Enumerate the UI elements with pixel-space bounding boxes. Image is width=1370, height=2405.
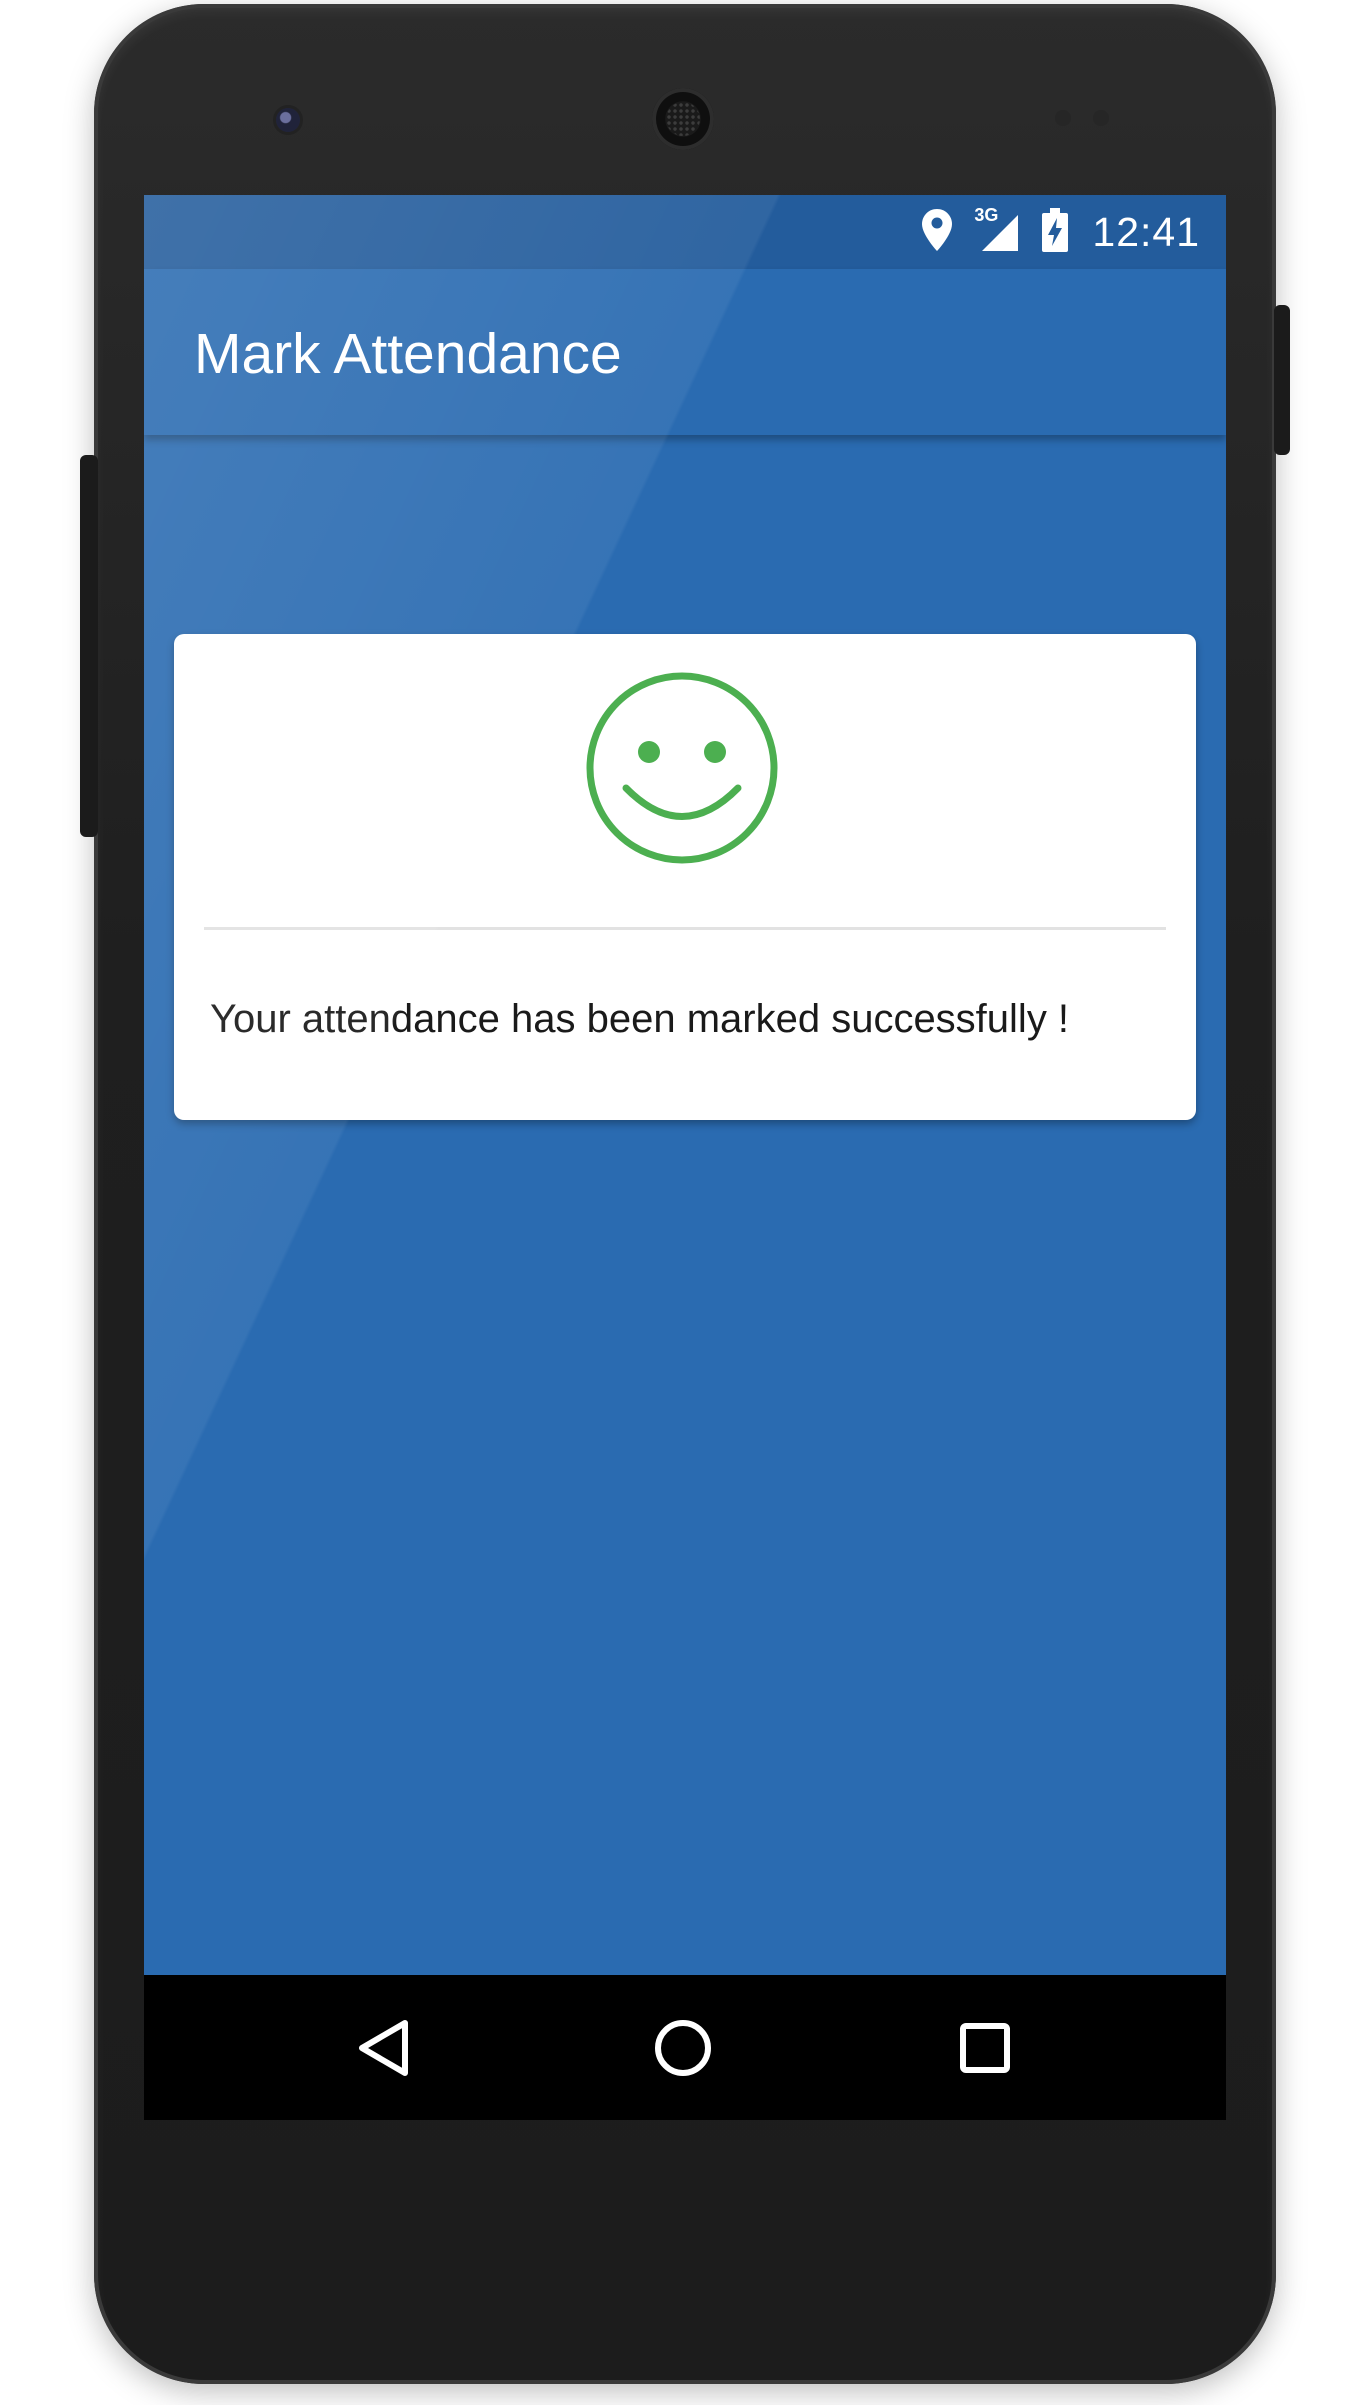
earpiece-speaker bbox=[652, 88, 714, 150]
recents-button[interactable] bbox=[950, 2013, 1020, 2083]
location-icon bbox=[922, 208, 953, 256]
front-camera bbox=[276, 108, 300, 132]
screen-glare bbox=[144, 195, 1226, 2120]
back-icon bbox=[359, 2020, 408, 2076]
smiley-icon bbox=[584, 670, 780, 866]
status-icons: 3G 12:41 bbox=[922, 195, 1200, 269]
page-title: Mark Attendance bbox=[194, 322, 622, 386]
volume-button bbox=[80, 455, 98, 837]
light-sensor bbox=[1093, 110, 1109, 126]
signal-icon: 3G bbox=[974, 205, 1020, 253]
recents-icon bbox=[960, 2023, 1010, 2073]
proximity-sensor bbox=[1055, 110, 1071, 126]
power-button bbox=[1274, 305, 1290, 455]
success-message: Your attendance has been marked successf… bbox=[210, 997, 1070, 1041]
screen: 3G 12:41 Mark Attendance Your attendance… bbox=[144, 195, 1226, 2120]
status-bar: 3G 12:41 bbox=[144, 195, 1226, 269]
card-divider bbox=[204, 927, 1166, 930]
home-icon bbox=[655, 2020, 711, 2076]
status-time: 12:41 bbox=[1092, 208, 1200, 255]
back-button[interactable] bbox=[348, 2013, 418, 2083]
confirmation-card: Your attendance has been marked successf… bbox=[174, 634, 1196, 1120]
navigation-bar bbox=[144, 1975, 1226, 2120]
home-button[interactable] bbox=[648, 2013, 718, 2083]
app-bar: Mark Attendance bbox=[144, 269, 1226, 435]
battery-charging-icon bbox=[1042, 207, 1069, 257]
